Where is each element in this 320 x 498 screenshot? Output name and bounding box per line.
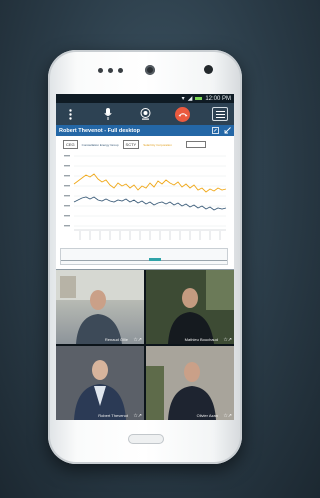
stock-chart: [64, 155, 227, 240]
mic-icon[interactable]: [98, 105, 118, 123]
legend-name-1: Constellation Energy Group: [81, 142, 119, 147]
participant-tile[interactable]: Robert Thevenot ☆↗: [56, 346, 144, 420]
participant-name: Robert Thevenot: [98, 413, 128, 418]
hamburger-menu-button[interactable]: [210, 105, 230, 123]
collapse-arrow-icon[interactable]: [224, 127, 231, 134]
tile-actions-icon[interactable]: ☆↗: [223, 337, 232, 343]
series-line-2: [73, 196, 227, 211]
speaker-grille: [98, 68, 123, 73]
participant-tile[interactable]: Mathieu Bouchaud ☆↗: [146, 270, 234, 344]
hangup-icon: [175, 106, 190, 122]
status-bar: ▾ ◢ 12:00 PM: [56, 94, 234, 103]
sensor: [204, 65, 213, 74]
x-axis-ticks: [74, 229, 226, 240]
symbol-box-1: CEG: [63, 140, 78, 149]
home-button[interactable]: [128, 434, 164, 444]
hamburger-icon: [212, 107, 228, 121]
phone-frame: ▾ ◢ 12:00 PM Robert Thevenot - Full desk…: [48, 50, 242, 464]
participant-video: [146, 346, 234, 420]
tile-actions-icon[interactable]: ☆↗: [223, 413, 232, 419]
app-screen: ▾ ◢ 12:00 PM Robert Thevenot - Full desk…: [56, 94, 234, 420]
range-handle[interactable]: [149, 258, 161, 261]
participant-video: [146, 270, 234, 344]
legend-name-2: SolarCity Corporation: [143, 142, 172, 147]
participant-name: Olivier Azan: [196, 413, 218, 418]
webcam-icon[interactable]: [135, 105, 155, 123]
participant-video: [56, 270, 144, 344]
tile-actions-icon[interactable]: ☆↗: [133, 413, 142, 419]
range-rail: [61, 260, 227, 261]
share-title-bar: Robert Thevenot - Full desktop: [56, 125, 234, 136]
battery-icon: [195, 97, 203, 100]
signal-icon: ◢: [187, 96, 193, 102]
shared-desktop[interactable]: CEG Constellation Energy Group SCTY Sola…: [56, 136, 234, 270]
tile-actions-icon[interactable]: ☆↗: [133, 337, 142, 343]
participant-name: Renaud Ollie: [104, 337, 128, 342]
wifi-icon: ▾: [181, 96, 185, 102]
call-toolbar: [56, 103, 234, 125]
front-camera: [145, 65, 155, 75]
participant-video: [56, 346, 144, 420]
symbol-box-2: SCTY: [122, 140, 140, 149]
participant-tile[interactable]: Renaud Ollie ☆↗: [56, 270, 144, 344]
share-title: Robert Thevenot - Full desktop: [59, 127, 140, 134]
participant-tile[interactable]: Olivier Azan ☆↗: [146, 346, 234, 420]
chart-gridlines: [74, 155, 226, 227]
participant-name: Mathieu Bouchaud: [184, 337, 218, 342]
chart-legend: CEG Constellation Energy Group SCTY Sola…: [63, 140, 206, 149]
participant-grid: Renaud Ollie ☆↗ Mathieu Bouchaud ☆↗ Robe…: [56, 270, 234, 420]
y-axis-ticks: [64, 155, 70, 227]
hangup-button[interactable]: [173, 105, 193, 123]
legend-input: [185, 141, 206, 148]
menu-dots-icon[interactable]: [60, 105, 80, 123]
range-navigator[interactable]: [60, 248, 228, 265]
fit-screen-icon[interactable]: [212, 127, 219, 134]
status-time: 12:00 PM: [205, 95, 231, 102]
series-line-1: [73, 173, 227, 193]
